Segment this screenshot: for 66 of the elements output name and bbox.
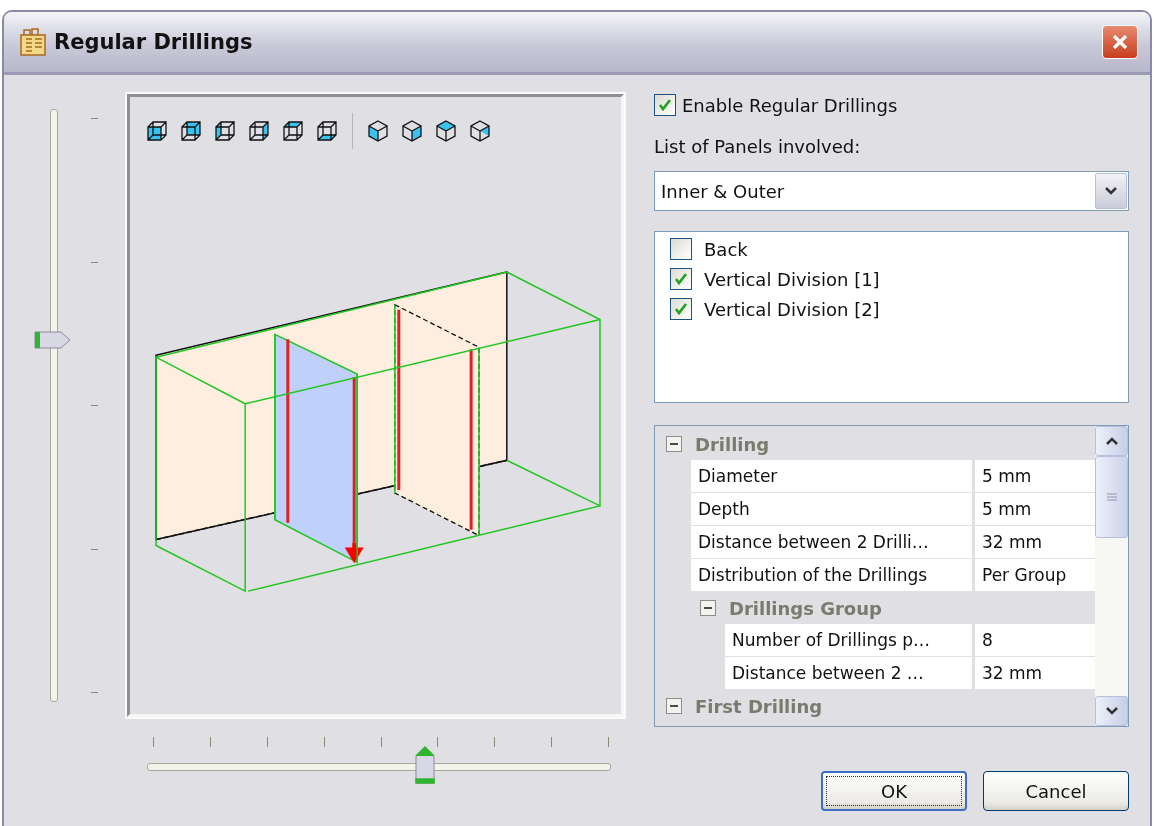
grip-icon [1106,493,1117,501]
property-name: Diameter [691,460,972,492]
chevron-up-icon [1104,436,1119,446]
property-value[interactable]: Per Group [975,559,1095,591]
check-icon [674,302,688,316]
scroll-down-button[interactable] [1095,696,1128,726]
scroll-thumb[interactable] [1095,456,1128,538]
property-name: Distance between 2 Drilli… [691,526,972,558]
property-value[interactable]: 5 mm [975,493,1095,525]
field-label: List of Panels involved: [654,136,862,157]
checkbox[interactable] [654,94,676,116]
checkbox[interactable] [670,268,692,290]
cube-face-view-icon [178,118,204,144]
view-button[interactable] [314,118,340,144]
property-value[interactable]: 32 mm [975,526,1095,558]
cube-iso-view-icon [399,118,425,144]
cube-iso-view-icon [433,118,459,144]
property-name: Distribution of the Drillings [691,559,972,591]
checkbox[interactable] [670,238,692,260]
view-button[interactable] [399,118,425,144]
view-button[interactable] [365,118,391,144]
view-button[interactable] [144,118,170,144]
property-name: Distance between 2 … [725,657,972,689]
category-label: Drilling [695,433,770,455]
view-button[interactable] [212,118,238,144]
checkbox-label: Vertical Division [1] [704,268,880,290]
collapse-icon[interactable] [700,600,716,616]
cube-face-view-icon [314,118,340,144]
dialog-button[interactable]: Cancel [983,771,1129,811]
dialog-button[interactable]: OK [821,771,967,811]
check-icon [674,272,688,286]
collapse-icon[interactable] [666,436,682,452]
collapse-icon[interactable] [666,698,682,714]
view-button[interactable] [246,118,272,144]
slider-thumb[interactable] [33,330,73,351]
checkbox[interactable] [670,298,692,320]
property-name: Number of Drillings p… [725,624,972,656]
close-icon [1111,33,1129,51]
slider-thumb[interactable] [415,746,436,784]
view-button[interactable] [467,118,493,144]
cube-iso-view-icon [365,118,391,144]
view-button[interactable] [280,118,306,144]
cabinet-icon [18,27,48,57]
property-name: Depth [691,493,972,525]
cube-face-view-icon [212,118,238,144]
checkbox-label: Vertical Division [2] [704,298,880,320]
checkbox-label: Back [704,238,748,260]
checkbox-label: Enable Regular Drillings [682,94,898,116]
close-button[interactable] [1102,25,1138,59]
cube-face-view-icon [246,118,272,144]
scroll-up-button[interactable] [1095,426,1128,456]
view-button[interactable] [433,118,459,144]
view-button[interactable] [178,118,204,144]
panels-dropdown[interactable]: Inner & Outer [654,171,1129,211]
chevron-down-icon [1104,706,1119,716]
category-label: First Drilling [695,695,823,717]
category-label: Drillings Group [729,597,882,619]
check-icon [658,98,672,112]
scrollbar[interactable] [1095,426,1128,726]
property-value[interactable]: 32 mm [975,657,1095,689]
property-value[interactable]: 8 [975,624,1095,656]
property-value[interactable]: 5 mm [975,460,1095,492]
window-title: Regular Drillings [54,30,254,54]
cube-iso-view-icon [467,118,493,144]
cube-face-view-icon [280,118,306,144]
cube-face-view-icon [144,118,170,144]
